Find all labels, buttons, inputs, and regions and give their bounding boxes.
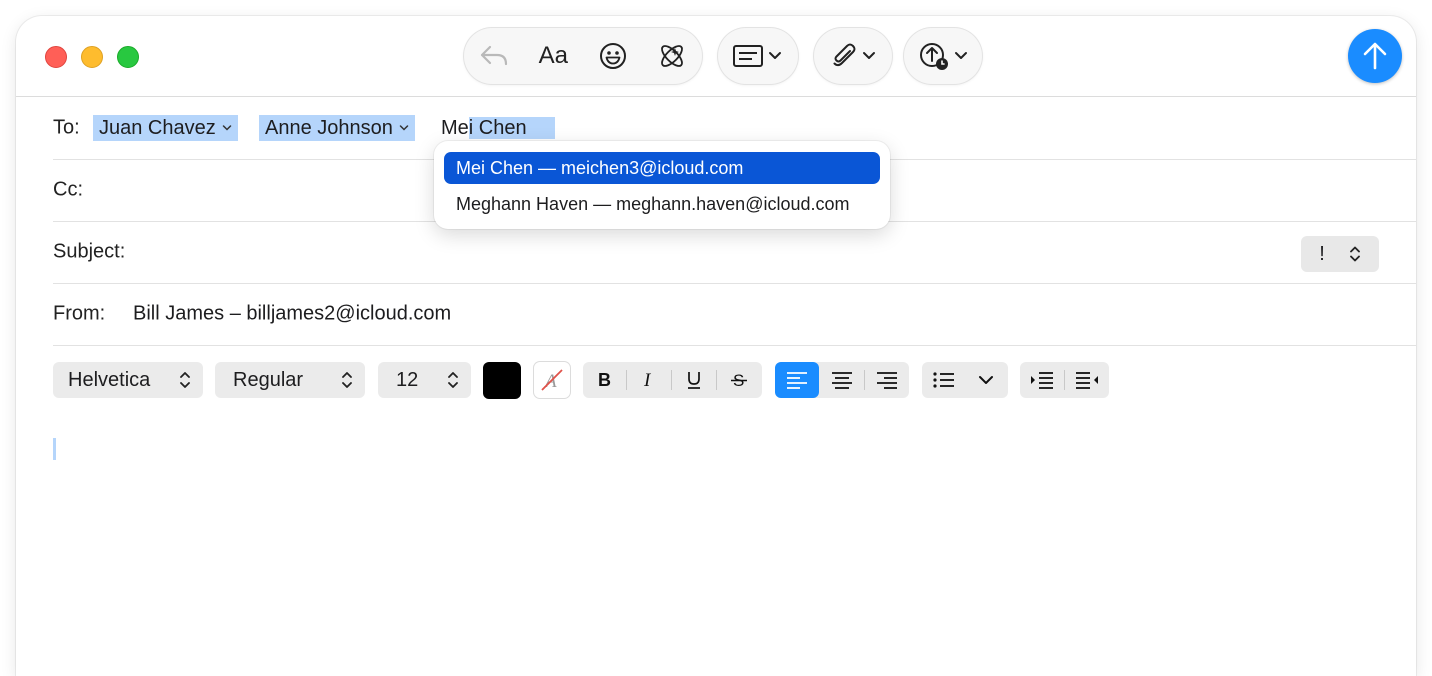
priority-label: ! [1319,242,1325,265]
bold-icon: B [598,371,611,389]
emoji-icon [599,43,626,69]
toolbar: Aa [16,16,1416,97]
recipient-name: Anne Johnson [265,117,393,139]
list-chevron [966,362,1006,398]
bold-button[interactable]: B [583,362,626,398]
zoom-window-button[interactable] [117,46,139,68]
format-tools-group: Aa [464,28,702,84]
strikethrough-icon: S [731,371,747,389]
attachment-menu[interactable] [814,28,892,84]
reply-icon [480,45,507,66]
format-text-button[interactable]: Aa [524,28,584,84]
minimize-window-button[interactable] [81,46,103,68]
recipient-token[interactable]: Anne Johnson [259,115,415,141]
close-window-button[interactable] [45,46,67,68]
chevron-down-icon [399,125,409,131]
align-left-icon [787,372,807,389]
align-center-icon [831,372,852,389]
font-family-select[interactable]: Helvetica [53,362,203,398]
typed-text: Me [441,117,469,139]
reply-button[interactable] [464,28,524,84]
header-fields-icon [733,45,763,67]
photo-upload-menu[interactable] [904,28,982,84]
attachment-content [814,28,892,84]
indent-increase-icon [1076,372,1098,389]
from-row: From: Bill James – billjames2@icloud.com [53,283,1416,346]
up-down-chevron-icon [448,372,458,388]
alignment-group [775,362,909,398]
autocomplete-dropdown: Mei Chen — meichen3@icloud.com Meghann H… [434,141,890,229]
text-style-group: B I S [583,362,762,398]
writing-tools-button[interactable] [643,28,703,84]
attachment-icon [833,43,856,67]
align-center-button[interactable] [819,362,864,398]
photo-upload-content [904,28,982,84]
up-down-chevron-icon [180,372,190,388]
underline-icon [688,372,700,389]
bullet-list-icon [933,372,954,388]
message-body[interactable] [53,426,1393,666]
font-family-value: Helvetica [68,368,151,391]
list-style-menu[interactable] [922,362,1008,398]
writing-tools-icon [661,45,684,67]
chevron-down-icon [769,52,781,59]
svg-text:B: B [598,371,611,389]
up-down-chevron-icon [342,372,352,388]
priority-selector[interactable]: ! [1301,236,1379,272]
font-style-value: Regular [233,368,304,391]
underline-button[interactable] [672,362,716,398]
header-fields-menu[interactable] [718,28,798,84]
align-right-button[interactable] [865,362,909,398]
from-label: From: [53,302,106,325]
cc-label: Cc: [53,178,83,201]
chevron-down-icon [955,52,967,59]
text-color-well[interactable] [483,362,521,399]
italic-icon: I [643,371,652,389]
chevron-down-icon [863,52,875,59]
header-fields-content [718,28,796,84]
suggestion-item[interactable]: Meghann Haven — meghann.haven@icloud.com [444,188,880,220]
chevron-down-icon [979,376,993,384]
from-account[interactable]: Bill James – billjames2@icloud.com [133,303,451,326]
strikethrough-button[interactable]: S [717,362,761,398]
indent-group [1020,362,1109,398]
subject-row[interactable]: Subject: ! [53,221,1416,284]
bullet-list-button [922,362,966,398]
indent-decrease-button[interactable] [1020,362,1064,398]
indent-increase-button[interactable] [1065,362,1109,398]
to-input[interactable]: Mei Chen [441,115,555,141]
font-style-select[interactable]: Regular [215,362,365,398]
up-down-chevron-icon [1349,246,1360,262]
indent-decrease-icon [1031,372,1053,389]
autocomplete-selection: i Chen [468,117,555,139]
recipient-token[interactable]: Juan Chavez [93,115,238,141]
align-left-button[interactable] [775,362,819,398]
font-size-value: 12 [396,368,419,391]
format-text-label: Aa [538,42,568,69]
subject-label: Subject: [53,240,126,263]
photo-upload-icon [920,43,948,70]
suggestion-item[interactable]: Mei Chen — meichen3@icloud.com [444,152,880,184]
chevron-down-icon [222,125,231,131]
mail-compose-window: Aa To: Juan Chavez Anne Johnson Mei Chen… [16,16,1416,676]
to-label: To: [53,116,80,139]
send-button[interactable] [1348,29,1402,83]
recipient-name: Juan Chavez [99,117,216,139]
svg-text:I: I [643,371,652,389]
highlight-color-well[interactable]: A [534,362,570,398]
arrow-up-icon [1363,42,1387,70]
font-size-select[interactable]: 12 [378,362,471,398]
align-right-icon [877,372,897,389]
emoji-button[interactable] [583,28,643,84]
italic-button[interactable]: I [627,362,671,398]
no-color-icon: A [541,369,563,392]
